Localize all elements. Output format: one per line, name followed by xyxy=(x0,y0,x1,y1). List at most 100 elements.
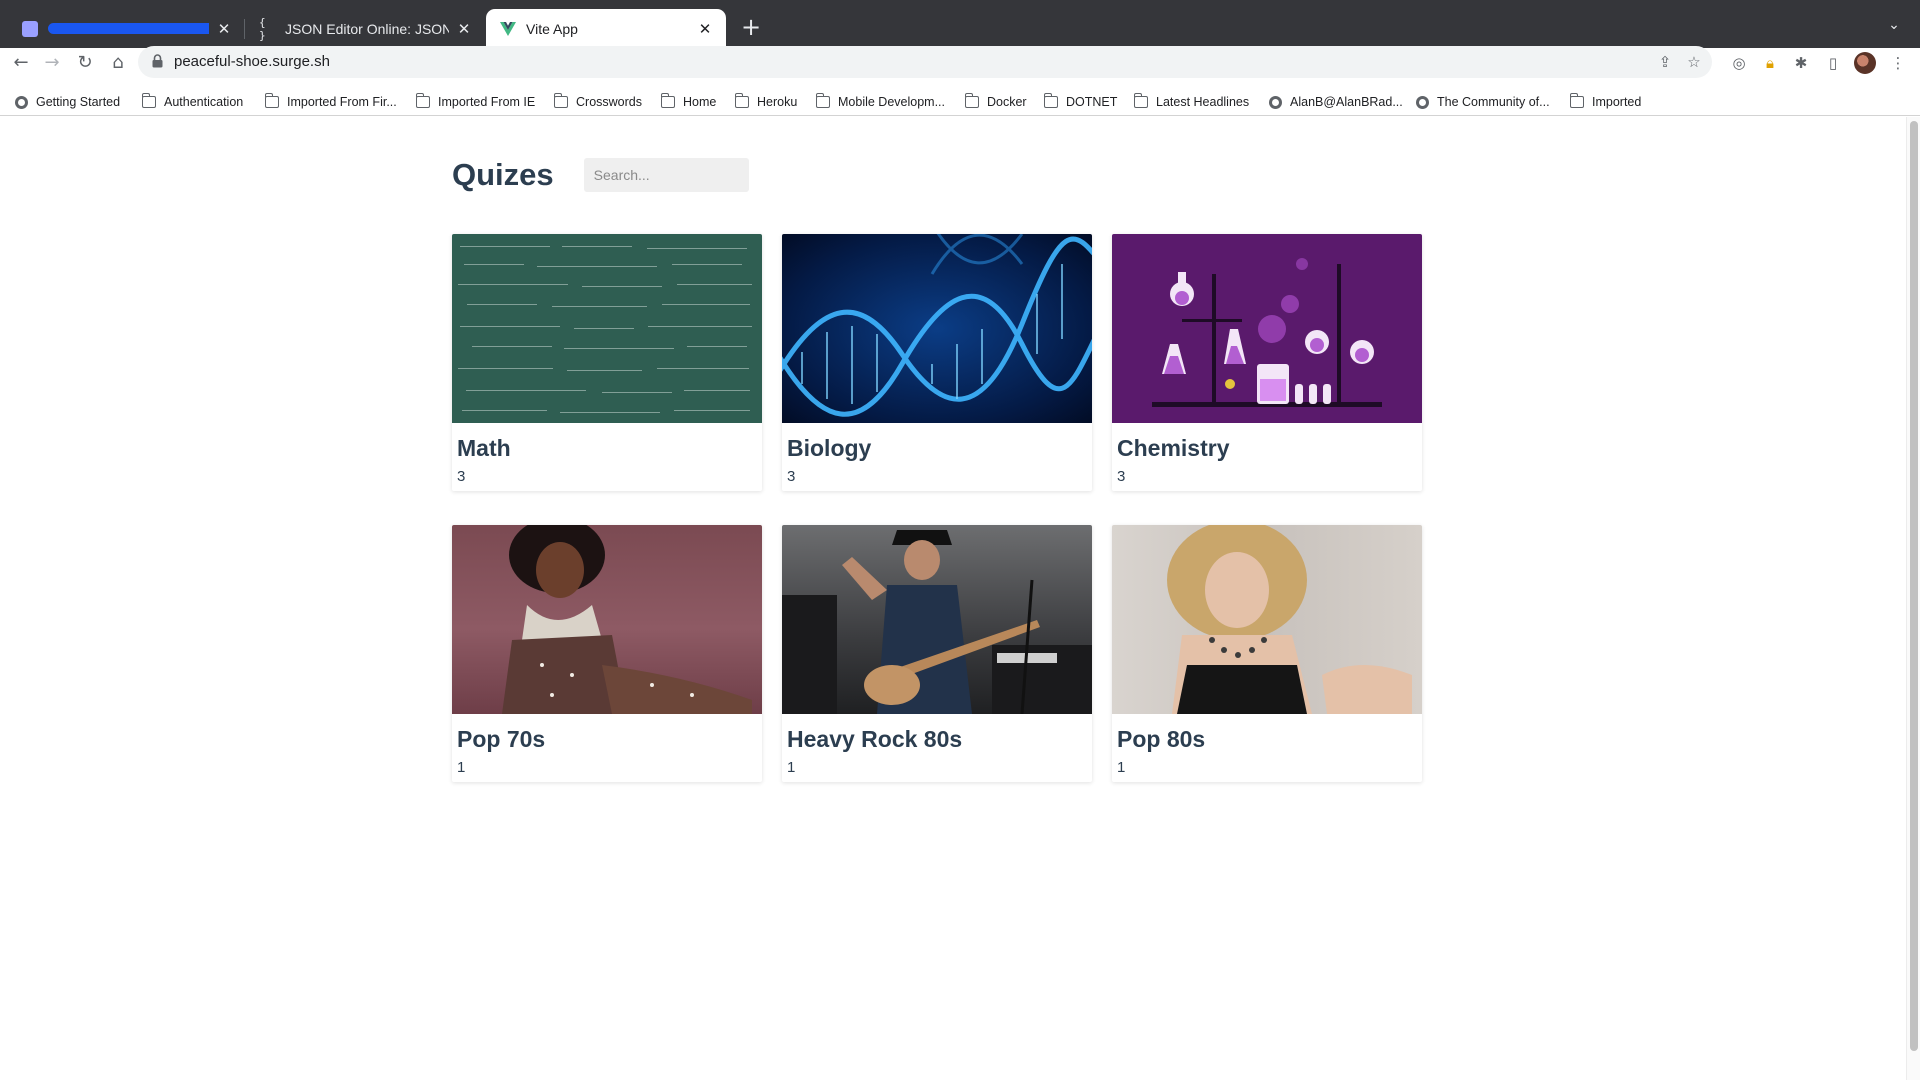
quiz-name: Pop 80s xyxy=(1117,726,1206,752)
folder-icon xyxy=(660,93,675,108)
quiz-name: Math xyxy=(457,435,511,461)
quiz-image-pop-70s xyxy=(452,525,762,714)
bookmark-home[interactable]: Home xyxy=(660,92,717,112)
bookmark-label: AlanB@AlanBRad... xyxy=(1290,95,1403,109)
address-bar[interactable]: peaceful-shoe.surge.sh ⇪ ☆ xyxy=(138,46,1712,78)
quiz-count: 1 xyxy=(1117,759,1126,776)
bookmark-label: The Community of... xyxy=(1437,95,1550,109)
bookmark-latest-headlines[interactable]: Latest Headlines xyxy=(1133,92,1250,112)
bookmark-label: Getting Started xyxy=(36,95,121,109)
folder-icon xyxy=(1569,93,1584,108)
quiz-card-pop-70s[interactable]: Pop 70s 1 xyxy=(452,525,762,782)
search-input[interactable] xyxy=(583,158,749,192)
close-icon[interactable]: ✕ xyxy=(455,20,473,38)
password-lock-icon[interactable]: 🔒︎ xyxy=(1759,52,1781,74)
reload-button[interactable]: ↻ xyxy=(71,48,99,76)
bookmark-label: Imported From IE xyxy=(438,95,536,109)
bookmarks-bar: Getting Started Authentication Imported … xyxy=(0,88,1920,116)
folder-icon xyxy=(141,93,156,108)
quiz-card-heavy-rock-80s[interactable]: Heavy Rock 80s 1 xyxy=(782,525,1092,782)
tab-redacted[interactable]: ✕ xyxy=(8,9,245,48)
tab-title-redacted xyxy=(48,21,209,37)
quiz-card-chemistry[interactable]: Chemistry 3 xyxy=(1112,234,1422,491)
page-content: Quizes Math 3 xyxy=(0,117,1906,1080)
share-icon[interactable]: ⇪ xyxy=(1654,51,1676,73)
quiz-image-math xyxy=(452,234,762,423)
globe-icon xyxy=(1416,95,1429,109)
side-panel-icon[interactable]: ▯ xyxy=(1822,52,1844,74)
back-button[interactable]: ← xyxy=(7,48,35,76)
url-text: peaceful-shoe.surge.sh xyxy=(174,53,330,70)
bookmark-label: Imported xyxy=(1592,95,1642,109)
quiz-image-biology xyxy=(782,234,1092,423)
forward-button[interactable]: → xyxy=(38,48,66,76)
bookmark-getting-started[interactable]: Getting Started xyxy=(15,92,120,112)
menu-kebab-icon[interactable]: ⋮ xyxy=(1887,52,1909,74)
bookmark-label: Latest Headlines xyxy=(1156,95,1250,109)
bookmark-label: Mobile Developm... xyxy=(838,95,945,109)
bookmark-dotnet[interactable]: DOTNET xyxy=(1043,92,1118,112)
quiz-card-biology[interactable]: Biology 3 xyxy=(782,234,1092,491)
quiz-name: Pop 70s xyxy=(457,726,546,752)
bookmark-crosswords[interactable]: Crosswords xyxy=(553,92,642,112)
extension-icon[interactable]: ◎ xyxy=(1728,52,1750,74)
bookmark-label: Heroku xyxy=(757,95,798,109)
bookmark-label: Crosswords xyxy=(576,95,642,109)
page-title: Quizes xyxy=(452,157,554,192)
quiz-name: Chemistry xyxy=(1117,435,1230,461)
globe-icon xyxy=(1269,95,1282,109)
bookmark-label: DOTNET xyxy=(1066,95,1118,109)
new-tab-button[interactable]: + xyxy=(737,13,765,41)
puzzle-icon[interactable]: ✱ xyxy=(1790,52,1812,74)
folder-icon xyxy=(1043,93,1058,108)
home-button[interactable]: ⌂ xyxy=(104,48,132,76)
bookmark-label: Home xyxy=(683,95,717,109)
quiz-count: 3 xyxy=(1117,468,1126,485)
bookmark-label: Authentication xyxy=(164,95,244,109)
bookmark-label: Docker xyxy=(987,95,1027,109)
quiz-card-pop-80s[interactable]: Pop 80s 1 xyxy=(1112,525,1422,782)
tab-vite-app[interactable]: Vite App ✕ xyxy=(486,9,726,48)
avatar[interactable] xyxy=(1854,52,1876,74)
folder-icon xyxy=(964,93,979,108)
redacted-site-icon xyxy=(22,20,38,37)
tab-title: Vite App xyxy=(526,20,578,37)
quiz-image-heavy-rock-80s xyxy=(782,525,1092,714)
quiz-image-chemistry xyxy=(1112,234,1422,423)
bookmark-label: Imported From Fir... xyxy=(287,95,397,109)
bookmark-docker[interactable]: Docker xyxy=(964,92,1027,112)
close-icon[interactable]: ✕ xyxy=(696,20,714,38)
page-header: Quizes xyxy=(452,153,749,197)
quiz-count: 3 xyxy=(457,468,466,485)
bookmark-authentication[interactable]: Authentication xyxy=(141,92,244,112)
quiz-card-math[interactable]: Math 3 xyxy=(452,234,762,491)
bookmark-mobile-development[interactable]: Mobile Developm... xyxy=(815,92,945,112)
lock-icon xyxy=(152,54,166,70)
tab-json-editor[interactable]: { } JSON Editor Online: JSON edit ✕ xyxy=(245,9,485,48)
bookmark-heroku[interactable]: Heroku xyxy=(734,92,798,112)
scrollbar[interactable] xyxy=(1906,117,1920,1080)
folder-icon xyxy=(815,93,830,108)
globe-icon xyxy=(15,95,28,109)
vite-icon xyxy=(500,21,516,37)
folder-icon xyxy=(264,93,279,108)
quiz-count: 1 xyxy=(457,759,466,776)
tab-title: JSON Editor Online: JSON edit xyxy=(285,20,449,37)
bookmark-star-icon[interactable]: ☆ xyxy=(1683,51,1705,73)
quiz-image-pop-80s xyxy=(1112,525,1422,714)
bookmark-imported[interactable]: Imported xyxy=(1569,92,1642,112)
quiz-name: Biology xyxy=(787,435,872,461)
folder-icon xyxy=(553,93,568,108)
quiz-count: 1 xyxy=(787,759,796,776)
folder-icon xyxy=(734,93,749,108)
folder-icon xyxy=(1133,93,1148,108)
bookmark-community[interactable]: The Community of... xyxy=(1416,92,1550,112)
chevron-down-icon[interactable]: ⌄ xyxy=(1882,13,1906,37)
quiz-name: Heavy Rock 80s xyxy=(787,726,963,752)
bookmark-imported-from-firefox[interactable]: Imported From Fir... xyxy=(264,92,397,112)
close-icon[interactable]: ✕ xyxy=(215,20,233,38)
scrollbar-thumb[interactable] xyxy=(1910,121,1918,1051)
bookmark-imported-from-ie[interactable]: Imported From IE xyxy=(415,92,536,112)
bookmark-alanb[interactable]: AlanB@AlanBRad... xyxy=(1269,92,1403,112)
quiz-grid: Math 3 Biology 3 Chemistry 3 Pop 70s 1 H… xyxy=(452,234,1422,782)
